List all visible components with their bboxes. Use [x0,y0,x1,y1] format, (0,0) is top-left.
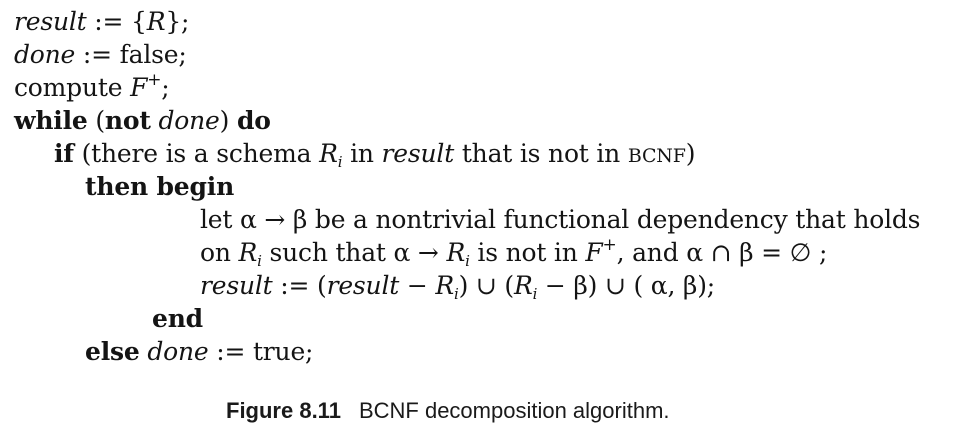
compute-text: compute [14,73,131,102]
assign-true: := true; [208,337,314,366]
algorithm-line-4: while (not done) do [14,106,271,136]
variable-result: result [200,271,273,300]
variable-f: F [585,238,603,267]
text-on: on [200,238,239,267]
algorithm-line-6: then begin [85,172,234,202]
condition-text-3: that is not in [454,139,628,168]
assign-operator: := { [86,7,147,36]
algorithm-line-7: let α → β be a nontrivial functional dep… [200,205,921,235]
variable-result: result [381,139,455,168]
algorithm-line-11: else done := true; [85,337,313,367]
algorithm-line-5: if (there is a schema Ri in result that … [54,139,696,170]
keyword-do: do [236,106,271,135]
variable-done: done [14,40,76,69]
keyword-else: else [85,337,140,366]
closure-superscript: + [602,235,617,255]
variable-r: R [319,139,338,168]
variable-result: result [326,271,400,300]
text-not-in: is not in [469,238,586,267]
figure-label: Figure 8.11 [226,398,341,423]
keyword-then-begin: then begin [85,172,235,201]
variable-done: done [147,337,209,366]
variable-done: done [158,106,220,135]
union-text: ) ∪ ( [458,271,515,300]
bcnf-abbreviation: BCNF [627,145,686,167]
line-end: ; [161,73,170,102]
condition-text: (there is a schema [73,139,320,168]
algorithm-line-10: end [152,304,203,334]
keyword-not: not [104,106,151,135]
text-intersection: , and α ∩ β = ∅ ; [616,238,828,267]
line-end: }; [165,7,190,36]
assign-false: := false; [75,40,187,69]
algorithm-line-8: on Ri such that α → Ri is not in F+, and… [200,235,828,269]
keyword-end: end [152,304,203,333]
variable-result: result [14,7,87,36]
figure-caption-text: BCNF decomposition algorithm. [358,398,670,423]
figure-caption: Figure 8.11 BCNF decomposition algorithm. [226,398,670,424]
closure-superscript: + [147,70,162,90]
variable-r: R [238,238,258,267]
algorithm-line-2: done := false; [14,40,187,70]
variable-r: R [446,238,466,267]
variable-r: R [435,271,454,300]
close-paren: ) [219,106,237,135]
set-member: R [146,7,166,36]
keyword-if: if [54,139,74,168]
minus-operator: − [399,271,436,300]
algorithm-line-3: compute F+; [14,70,170,103]
algorithm-line-9: result := (result − Ri) ∪ (Ri − β) ∪ ( α… [200,271,715,302]
let-statement: let α → β be a nontrivial functional dep… [200,205,921,234]
condition-text-2: in [342,139,382,168]
algorithm-line-1: result := {R}; [14,7,189,37]
assign-operator: := ( [272,271,327,300]
variable-f: F [130,73,148,102]
open-paren: ( [87,106,105,135]
close-paren: ) [685,139,696,168]
keyword-while: while [14,106,88,135]
text-such-that: such that α → [261,238,447,267]
variable-r: R [513,271,533,300]
union-text-2: − β) ∪ ( α, β); [537,271,715,300]
